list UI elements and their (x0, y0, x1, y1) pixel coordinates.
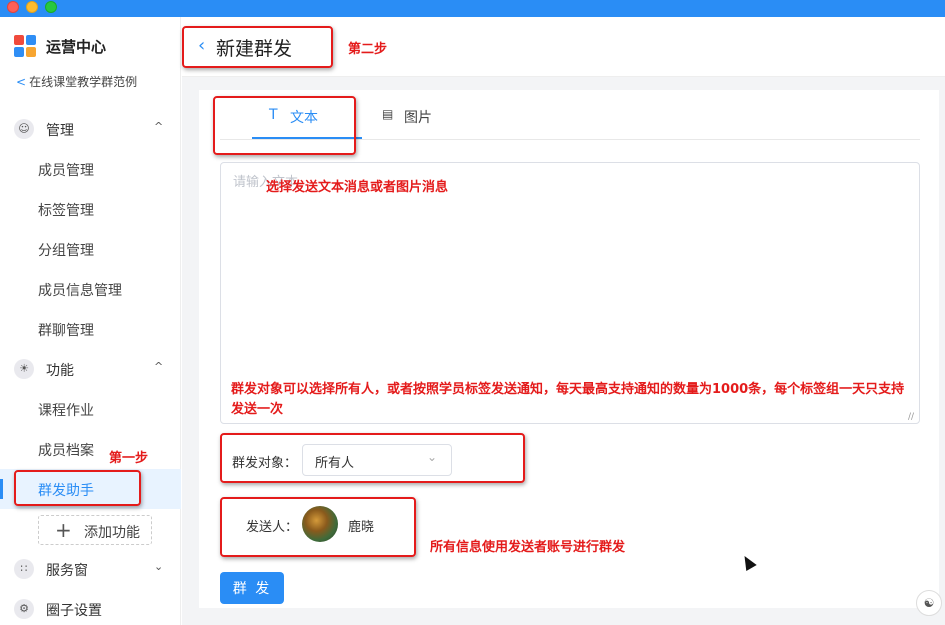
add-function-label: 添加功能 (84, 525, 140, 541)
sidebar-group-circle-settings[interactable]: ⚙ 圈子设置 (0, 589, 181, 625)
page-title: 新建群发 (216, 38, 293, 60)
help-icon[interactable]: ☯ (916, 590, 942, 616)
audience-select[interactable]: 所有人 ⌄ (302, 444, 452, 476)
app-logo-icon (14, 35, 36, 57)
bulb-icon: ☀ (14, 359, 34, 379)
chevron-up-icon: ^ (154, 360, 164, 373)
tab-label: 文本 (290, 110, 318, 126)
minimize-window-button[interactable] (26, 1, 38, 13)
sidebar-group-service-window[interactable]: ∷ 服务窗 ⌄ (0, 549, 181, 589)
sidebar-item-group-chat[interactable]: 群聊管理 (0, 309, 181, 349)
sender-name: 鹿晓 (348, 520, 375, 535)
send-broadcast-button[interactable]: 群 发 (220, 572, 284, 604)
chevron-up-icon: ^ (154, 120, 164, 133)
sidebar-item-broadcast-assistant[interactable]: 群发助手 (0, 469, 181, 509)
sidebar-item-label: 标签管理 (38, 203, 94, 219)
tab-divider (220, 139, 920, 140)
chevron-left-icon: < (16, 75, 27, 89)
sidebar-group-label: 功能 (46, 363, 74, 379)
maximize-window-button[interactable] (45, 1, 57, 13)
back-chevron-icon[interactable]: ‹ (198, 35, 205, 56)
sidebar-item-member-profile[interactable]: 成员档案 (0, 429, 181, 469)
audience-label: 群发对象： (232, 456, 298, 471)
annotation-audience-note: 群发对象可以选择所有人，或者按照学员标签发送通知，每天最高支持通知的数量为100… (231, 382, 905, 417)
sidebar: 运营中心 < 在线课堂教学群范例 ☺ 管理 ^ 成员管理 标签管理 分组管理 成员… (0, 17, 181, 625)
sidebar-group-label: 服务窗 (46, 563, 88, 579)
user-gear-icon: ☺ (14, 119, 34, 139)
page-header: ‹ 新建群发 (182, 17, 945, 77)
chevron-down-icon: ⌄ (427, 450, 438, 464)
window-titlebar (0, 0, 945, 17)
sidebar-group-label: 圈子设置 (46, 603, 102, 619)
avatar (302, 506, 338, 542)
app-title: 运营中心 (46, 38, 107, 56)
add-function-button[interactable]: + 添加功能 (38, 515, 152, 545)
tab-text[interactable]: T 文本 (252, 106, 362, 138)
tab-label: 图片 (404, 110, 432, 126)
grid-icon: ∷ (14, 559, 34, 579)
sidebar-item-label: 分组管理 (38, 243, 94, 259)
plus-icon: + (55, 518, 72, 542)
annotation-step1: 第一步 (109, 451, 149, 466)
sidebar-item-label: 成员档案 (38, 443, 94, 459)
sidebar-item-member-manage[interactable]: 成员管理 (0, 149, 181, 189)
annotation-step2: 第二步 (348, 42, 388, 57)
gear-icon: ⚙ (14, 599, 34, 619)
back-link-label: 在线课堂教学群范例 (29, 75, 138, 89)
sidebar-item-tag-manage[interactable]: 标签管理 (0, 189, 181, 229)
sidebar-item-label: 群聊管理 (38, 323, 94, 339)
annotation-sender-note: 所有信息使用发送者账号进行群发 (430, 540, 626, 555)
sidebar-item-label: 群发助手 (38, 483, 94, 499)
tab-image[interactable]: ▤ 图片 (378, 106, 448, 138)
sidebar-group-label: 管理 (46, 123, 74, 139)
chevron-down-icon: ⌄ (154, 560, 164, 573)
annotation-tab-note: 选择发送文本消息或者图片消息 (266, 180, 449, 195)
close-window-button[interactable] (7, 1, 19, 13)
sidebar-group-features[interactable]: ☀ 功能 ^ (0, 349, 181, 389)
audience-selected-value: 所有人 (315, 456, 355, 471)
sender-label: 发送人： (246, 520, 299, 535)
sidebar-group-manage[interactable]: ☺ 管理 ^ (0, 109, 181, 149)
sidebar-item-homework[interactable]: 课程作业 (0, 389, 181, 429)
sidebar-item-label: 成员管理 (38, 163, 94, 179)
sidebar-item-label: 课程作业 (38, 403, 94, 419)
text-T-icon: T (269, 107, 278, 123)
sidebar-item-member-info[interactable]: 成员信息管理 (0, 269, 181, 309)
sidebar-item-group-manage[interactable]: 分组管理 (0, 229, 181, 269)
back-to-group-link[interactable]: < 在线课堂教学群范例 (16, 73, 137, 90)
sidebar-item-label: 成员信息管理 (38, 283, 122, 299)
image-icon: ▤ (382, 107, 394, 121)
